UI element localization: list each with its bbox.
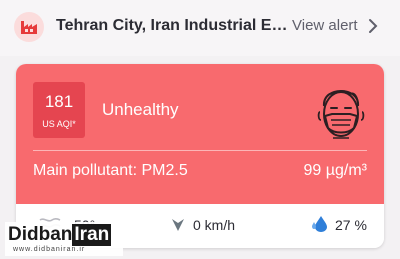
aqi-badge: 181 US AQI* [33,82,85,138]
aqi-card[interactable]: 181 US AQI* Unhealthy Main pollutant: PM… [16,64,384,248]
alert-title: Tehran City, Iran Industrial Emissions [56,17,288,34]
watermark-url: www.didbaniran.ir [13,246,86,253]
face-mask-icon [317,90,365,139]
chevron-right-icon[interactable] [366,18,380,34]
alert-row[interactable]: Tehran City, Iran Industrial Emissions V… [0,0,400,56]
watermark-name: Didban [8,224,73,245]
watermark-name-highlight: Iran [72,224,112,246]
divider [33,150,367,151]
wind-speed-value: 0 km/h [193,217,236,233]
watermark-logo: Didban Iran www.didbaniran.ir [5,222,123,256]
aqi-unit: US AQI* [42,119,76,129]
wind-direction-icon [172,219,184,231]
main-pollutant-value: 99 µg/m³ [303,162,367,179]
view-alert-link[interactable]: View alert [292,17,358,34]
main-pollutant-label: Main pollutant: PM2.5 [33,162,188,179]
aqi-card-header: 181 US AQI* Unhealthy Main pollutant: PM… [16,64,384,204]
factory-icon [14,12,44,42]
humidity-value: 27 % [335,217,367,233]
humidity-icon [312,216,327,232]
aqi-level: Unhealthy [102,100,179,119]
aqi-value: 181 [44,92,74,111]
